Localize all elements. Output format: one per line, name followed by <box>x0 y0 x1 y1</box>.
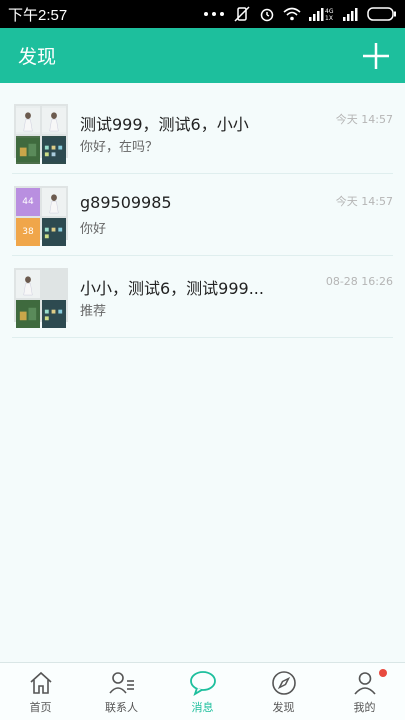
profile-icon <box>353 672 376 695</box>
signal-4g-icon: 4G 1X <box>309 8 334 21</box>
svg-text:4G: 4G <box>325 8 334 15</box>
app-header: 发现 <box>0 28 405 83</box>
compass-icon <box>271 671 296 695</box>
signal-icon <box>343 8 358 21</box>
avatar-tile <box>42 188 66 216</box>
alarm-icon <box>260 8 274 22</box>
conversation-last-message: 你好，在吗？ <box>80 140 159 155</box>
group-avatar <box>14 268 68 328</box>
conversation-name: 小小，测试6，测试999... <box>80 279 264 298</box>
avatar-tile <box>16 300 40 328</box>
avatar-tile <box>42 300 66 328</box>
avatar-tile <box>16 136 40 164</box>
add-icon[interactable] <box>361 41 391 71</box>
status-icons: 4G 1X <box>203 6 397 22</box>
page-title: 发现 <box>18 46 57 68</box>
tab-label: 消息 <box>191 701 214 714</box>
avatar-tile <box>42 106 66 134</box>
conversation-name: 测试999，测试6，小小 <box>80 115 249 134</box>
avatar-tile <box>42 136 66 164</box>
conversation-item[interactable]: 测试999，测试6，小小 你好，在吗？ 今天 14:57 <box>12 92 393 174</box>
notification-dot <box>378 669 387 677</box>
tab-profile[interactable]: 我的 <box>335 669 395 715</box>
status-bar: 下午2:57 4G 1X <box>0 0 405 28</box>
conversation-time: 今天 14:57 <box>335 113 393 126</box>
message-icon <box>189 671 216 696</box>
tab-home[interactable]: 首页 <box>11 670 71 715</box>
avatar-tile <box>42 218 66 246</box>
tab-label: 首页 <box>29 701 52 714</box>
conversation-list: 测试999，测试6，小小 你好，在吗？ 今天 14:57 44 38 g8950… <box>0 92 405 338</box>
home-icon <box>29 671 52 694</box>
conversation-time: 今天 14:57 <box>335 195 393 208</box>
conversation-item[interactable]: 44 38 g89509985 你好 今天 14:57 <box>12 174 393 256</box>
status-time: 下午2:57 <box>8 6 68 24</box>
conversation-last-message: 你好 <box>80 222 107 237</box>
battery-icon <box>367 7 396 21</box>
tab-label: 我的 <box>353 701 376 714</box>
avatar-tile <box>16 106 40 134</box>
tab-discover[interactable]: 发现 <box>254 670 314 715</box>
group-avatar: 44 38 <box>14 186 68 246</box>
wifi-icon <box>283 7 301 21</box>
tab-messages[interactable]: 消息 <box>173 670 233 715</box>
tab-label: 发现 <box>272 701 295 714</box>
avatar-badge-tile: 38 <box>16 218 40 246</box>
conversation-name: g89509985 <box>80 193 172 212</box>
svg-text:1X: 1X <box>325 15 333 21</box>
more-dots-icon <box>204 12 224 16</box>
avatar-badge-label: 38 <box>22 227 34 237</box>
bottom-tab-bar: 首页 联系人 消息 发现 我的 <box>0 662 405 720</box>
tab-label: 联系人 <box>105 701 138 714</box>
avatar-tile <box>42 270 66 298</box>
tab-contacts[interactable]: 联系人 <box>92 670 152 715</box>
conversation-last-message: 推荐 <box>80 304 107 319</box>
conversation-time: 08-28 16:26 <box>325 275 393 288</box>
conversation-item[interactable]: 小小，测试6，测试999... 推荐 08-28 16:26 <box>12 256 393 338</box>
group-avatar <box>14 104 68 164</box>
vibrate-off-icon <box>234 6 250 22</box>
avatar-badge-tile: 44 <box>16 188 40 216</box>
avatar-tile <box>16 270 40 298</box>
avatar-badge-label: 44 <box>22 197 34 207</box>
contacts-icon <box>108 672 134 694</box>
